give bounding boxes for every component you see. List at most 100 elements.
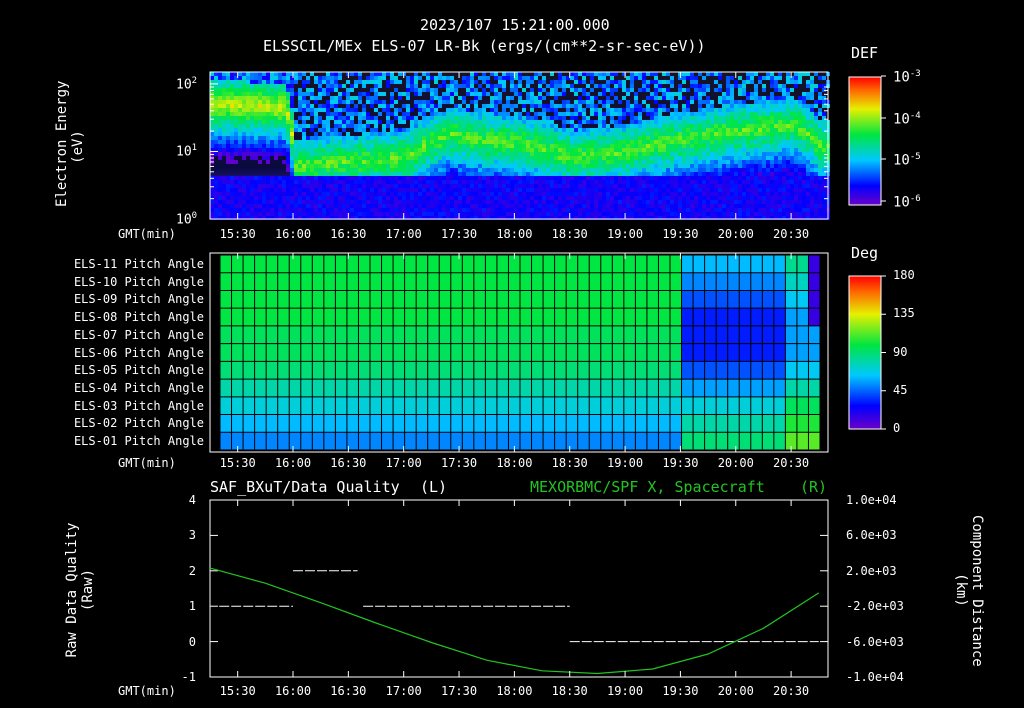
spectrogram-cell: [358, 168, 362, 172]
spectrogram-cell: [626, 92, 630, 96]
spectrogram-cell: [758, 136, 762, 140]
spectrogram-cell: [250, 204, 254, 208]
spectrogram-cell: [622, 200, 626, 204]
spectrogram-cell: [710, 208, 714, 212]
spectrogram-cell: [578, 164, 582, 168]
spectrogram-cell: [762, 112, 766, 116]
spectrogram-cell: [690, 72, 694, 76]
spectrogram-cell: [450, 204, 454, 208]
spectrogram-cell: [366, 148, 370, 152]
spectrogram-cell: [310, 188, 314, 192]
spectrogram-cell: [262, 212, 266, 216]
spectrogram-cell: [786, 80, 790, 84]
spectrogram-cell: [222, 148, 226, 152]
spectrogram-cell: [350, 184, 354, 188]
spectrogram-cell: [510, 80, 514, 84]
spectrogram-cell: [218, 156, 222, 160]
spectrogram-cell: [542, 164, 546, 168]
spectrogram-cell: [482, 108, 486, 112]
spectrogram-cell: [650, 208, 654, 212]
spectrogram-cell: [666, 196, 670, 200]
spectrogram-cell: [618, 156, 622, 160]
spectrogram-cell: [478, 200, 482, 204]
spectrogram-cell: [338, 132, 342, 136]
spectrogram-cell: [522, 168, 526, 172]
spectrogram-cell: [694, 176, 698, 180]
spectrogram-cell: [370, 156, 374, 160]
spectrogram-cell: [670, 212, 674, 216]
spectrogram-cell: [426, 80, 430, 84]
spectrogram-cell: [722, 156, 726, 160]
spectrogram-cell: [490, 184, 494, 188]
spectrogram-cell: [694, 164, 698, 168]
spectrogram-cell: [394, 212, 398, 216]
spectrogram-cell: [454, 152, 458, 156]
spectrogram-cell: [490, 176, 494, 180]
spectrogram-cell: [630, 84, 634, 88]
spectrogram-cell: [326, 124, 330, 128]
spectrogram-cell: [474, 96, 478, 100]
spectrogram-cell: [222, 212, 226, 216]
spectrogram-cell: [782, 212, 786, 216]
spectrogram-cell: [282, 160, 286, 164]
spectrogram-cell: [718, 136, 722, 140]
spectrogram-cell: [382, 172, 386, 176]
spectrogram-cell: [570, 208, 574, 212]
spectrogram-cell: [454, 192, 458, 196]
spectrogram-cell: [222, 184, 226, 188]
spectrogram-cell: [754, 124, 758, 128]
spectrogram-cell: [394, 88, 398, 92]
spectrogram-cell: [778, 156, 782, 160]
spectrogram-cell: [618, 164, 622, 168]
spectrogram-cell: [738, 128, 742, 132]
spectrogram-cell: [794, 124, 798, 128]
spectrogram-cell: [270, 144, 274, 148]
spectrogram-cell: [682, 80, 686, 84]
spectrogram-cell: [710, 124, 714, 128]
spectrogram-cell: [294, 164, 298, 168]
spectrogram-cell: [682, 72, 686, 76]
spectrogram-cell: [306, 204, 310, 208]
spectrogram-cell: [646, 192, 650, 196]
spectrogram-cell: [542, 188, 546, 192]
spectrogram-cell: [802, 200, 806, 204]
spectrogram-cell: [466, 196, 470, 200]
spectrogram-cell: [234, 108, 238, 112]
spectrogram-cell: [738, 112, 742, 116]
spectrogram-cell: [526, 212, 530, 216]
spectrogram-cell: [250, 196, 254, 200]
spectrogram-cell: [606, 172, 610, 176]
spectrogram-cell: [438, 96, 442, 100]
spectrogram-cell: [658, 212, 662, 216]
spectrogram-cell: [382, 168, 386, 172]
spectrogram-cell: [386, 204, 390, 208]
spectrogram-cell: [246, 152, 250, 156]
spectrogram-cell: [334, 80, 338, 84]
spectrogram-cell: [658, 156, 662, 160]
spectrogram-cell: [238, 176, 242, 180]
spectrogram-cell: [638, 104, 642, 108]
spectrogram-cell: [814, 132, 818, 136]
spectrogram-cell: [378, 180, 382, 184]
spectrogram-cell: [342, 148, 346, 152]
spectrogram-cell: [770, 144, 774, 148]
spectrogram-cell: [614, 148, 618, 152]
spectrogram-cell: [634, 156, 638, 160]
spectrogram-cell: [730, 152, 734, 156]
spectrogram-cell: [698, 140, 702, 144]
spectrogram-cell: [658, 140, 662, 144]
spectrogram-cell: [254, 92, 258, 96]
spectrogram-cell: [746, 164, 750, 168]
spectrogram-cell: [614, 184, 618, 188]
spectrogram-cell: [378, 200, 382, 204]
spectrogram-cell: [278, 92, 282, 96]
spectrogram-cell: [762, 132, 766, 136]
spectrogram-cell: [606, 136, 610, 140]
spectrogram-cell: [706, 188, 710, 192]
spectrogram-cell: [314, 196, 318, 200]
spectrogram-cell: [594, 196, 598, 200]
spectrogram-cell: [650, 140, 654, 144]
spectrogram-cell: [694, 196, 698, 200]
spectrogram-cell: [750, 104, 754, 108]
spectrogram-cell: [758, 176, 762, 180]
